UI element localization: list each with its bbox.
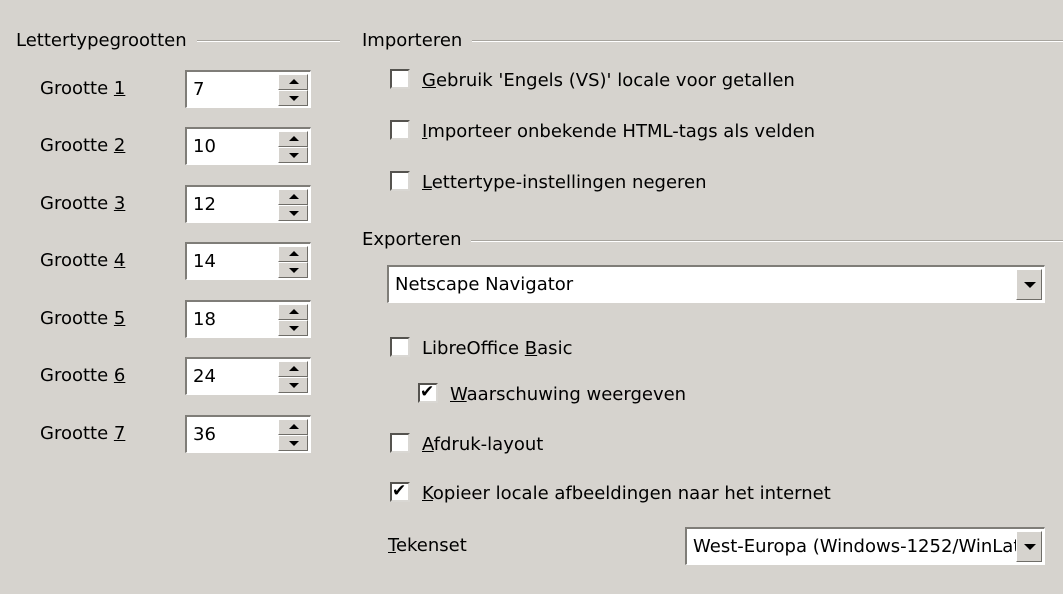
spin-buttons: [278, 131, 308, 163]
arrow-up-icon: [289, 79, 299, 84]
size-7-spinbox[interactable]: 36: [185, 415, 311, 453]
spin-down-button[interactable]: [278, 377, 308, 393]
checkbox[interactable]: [390, 337, 410, 357]
export-browser-dropdown[interactable]: Netscape Navigator: [387, 265, 1045, 303]
size-value: 24: [193, 366, 216, 387]
import-option-2-label: Lettertype-instellingen negeren: [422, 172, 707, 193]
import-option-2[interactable]: Lettertype-instellingen negeren: [390, 171, 707, 193]
size-2-label: Grootte 2: [40, 135, 126, 156]
chevron-down-icon: [1024, 282, 1036, 288]
dropdown-arrow-button[interactable]: [1016, 269, 1042, 300]
arrow-down-icon: [289, 268, 299, 273]
warning-label: Waarschuwing weergeven: [450, 384, 687, 405]
spin-buttons: [278, 74, 308, 106]
size-value: 12: [193, 194, 216, 215]
spin-down-button[interactable]: [278, 262, 308, 278]
spin-up-button[interactable]: [278, 419, 308, 435]
import-option-0[interactable]: Gebruik 'Engels (VS)' locale voor getall…: [390, 69, 795, 91]
charset-value: West-Europa (Windows-1252/WinLatin 1): [693, 536, 1045, 557]
checkbox[interactable]: [390, 433, 410, 453]
checkbox[interactable]: [390, 120, 410, 140]
export-browser-value: Netscape Navigator: [395, 274, 574, 295]
warning-option[interactable]: ✔ Waarschuwing weergeven: [418, 382, 687, 405]
checkbox[interactable]: [390, 171, 410, 191]
charset-label: Tekenset: [388, 535, 467, 556]
chevron-down-icon: [1024, 544, 1036, 550]
spin-up-button[interactable]: [278, 189, 308, 205]
size-5-spinbox[interactable]: 18: [185, 300, 311, 338]
size-value: 10: [193, 136, 216, 157]
copy-images-label: Kopieer locale afbeeldingen naar het int…: [422, 483, 831, 504]
spin-up-button[interactable]: [278, 74, 308, 90]
size-6-label: Grootte 6: [40, 365, 126, 386]
arrow-up-icon: [289, 309, 299, 314]
arrow-up-icon: [289, 424, 299, 429]
size-value: 14: [193, 251, 216, 272]
exporteren-section-title: Exporteren: [362, 229, 472, 250]
import-option-0-label: Gebruik 'Engels (VS)' locale voor getall…: [422, 70, 795, 91]
spin-buttons: [278, 304, 308, 336]
arrow-down-icon: [289, 441, 299, 446]
size-3-label: Grootte 3: [40, 193, 126, 214]
print-layout-label: Afdruk-layout: [422, 434, 544, 455]
size-4-spinbox[interactable]: 14: [185, 242, 311, 280]
arrow-down-icon: [289, 211, 299, 216]
spin-buttons: [278, 419, 308, 451]
spin-buttons: [278, 361, 308, 393]
spin-down-button[interactable]: [278, 320, 308, 336]
lettertype-section-title: Lettertypegrootten: [16, 30, 197, 51]
arrow-up-icon: [289, 194, 299, 199]
arrow-down-icon: [289, 153, 299, 158]
arrow-up-icon: [289, 366, 299, 371]
spin-buttons: [278, 246, 308, 278]
spin-down-button[interactable]: [278, 147, 308, 163]
spin-buttons: [278, 189, 308, 221]
copy-images-option[interactable]: ✔ Kopieer locale afbeeldingen naar het in…: [390, 481, 831, 504]
arrow-up-icon: [289, 136, 299, 141]
print-layout-option[interactable]: Afdruk-layout: [390, 433, 544, 455]
spin-up-button[interactable]: [278, 361, 308, 377]
import-option-1-label: Importeer onbekende HTML-tags als velden: [422, 121, 816, 142]
importeren-section-title: Importeren: [362, 30, 473, 51]
spin-down-button[interactable]: [278, 205, 308, 221]
size-7-label: Grootte 7: [40, 423, 126, 444]
checkmark-icon: ✔: [420, 382, 435, 402]
size-2-spinbox[interactable]: 10: [185, 127, 311, 165]
spin-up-button[interactable]: [278, 131, 308, 147]
arrow-down-icon: [289, 96, 299, 101]
checkbox[interactable]: ✔: [390, 481, 410, 502]
dropdown-arrow-button[interactable]: [1016, 531, 1042, 562]
libreoffice-basic-label: LibreOffice Basic: [422, 338, 573, 359]
checkmark-icon: ✔: [392, 481, 407, 501]
size-5-label: Grootte 5: [40, 308, 126, 329]
size-6-spinbox[interactable]: 24: [185, 357, 311, 395]
import-option-1[interactable]: Importeer onbekende HTML-tags als velden: [390, 120, 816, 142]
libreoffice-basic-option[interactable]: LibreOffice Basic: [390, 337, 573, 359]
size-1-label: Grootte 1: [40, 78, 126, 99]
size-value: 18: [193, 309, 216, 330]
arrow-down-icon: [289, 326, 299, 331]
spin-down-button[interactable]: [278, 90, 308, 106]
spin-up-button[interactable]: [278, 304, 308, 320]
charset-dropdown[interactable]: West-Europa (Windows-1252/WinLatin 1): [685, 527, 1045, 565]
size-3-spinbox[interactable]: 12: [185, 185, 311, 223]
spin-up-button[interactable]: [278, 246, 308, 262]
size-value: 7: [193, 79, 205, 100]
size-1-spinbox[interactable]: 7: [185, 70, 311, 108]
spin-down-button[interactable]: [278, 435, 308, 451]
arrow-down-icon: [289, 383, 299, 388]
size-value: 36: [193, 424, 216, 445]
size-4-label: Grootte 4: [40, 250, 126, 271]
checkbox[interactable]: [390, 69, 410, 89]
arrow-up-icon: [289, 251, 299, 256]
checkbox[interactable]: ✔: [418, 382, 438, 403]
